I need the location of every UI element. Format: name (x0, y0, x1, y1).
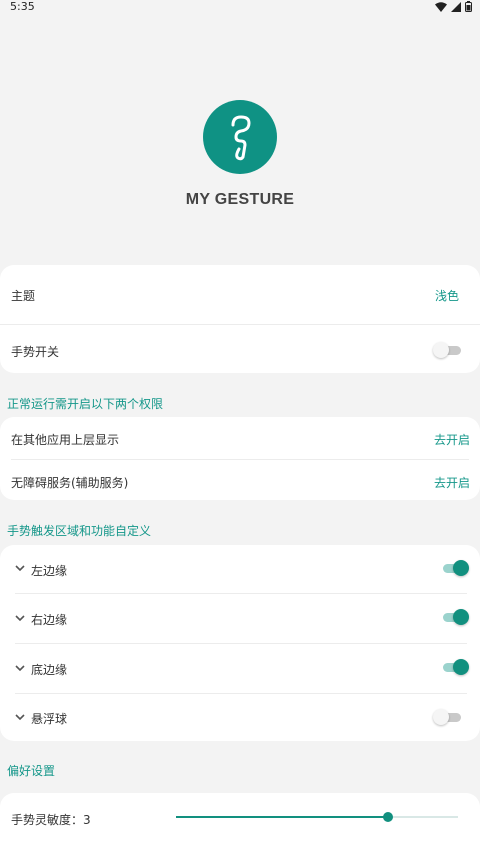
floating-ball-label: 悬浮球 (31, 712, 68, 726)
toggle-thumb (453, 609, 469, 625)
status-icons (435, 1, 472, 15)
toggle-thumb (453, 560, 469, 576)
slider-fill (176, 816, 388, 818)
chevron-down-icon[interactable] (15, 665, 25, 672)
chevron-down-icon[interactable] (15, 615, 25, 622)
accessibility-enable-link[interactable]: 去开启 (434, 474, 470, 491)
bottom-edge-label: 底边缘 (31, 663, 68, 677)
gesture-areas-section-title: 手势触发区域和功能自定义 (7, 524, 152, 538)
right-edge-toggle[interactable] (441, 609, 469, 625)
toggle-thumb (433, 709, 449, 725)
toggle-thumb (453, 659, 469, 675)
left-edge-label: 左边缘 (31, 564, 68, 578)
bottom-edge-toggle[interactable] (441, 659, 469, 675)
floating-ball-toggle[interactable] (433, 709, 463, 725)
theme-value[interactable]: 浅色 (435, 287, 459, 304)
overlay-enable-link[interactable]: 去开启 (434, 431, 470, 448)
overlay-permission-label: 在其他应用上层显示 (11, 433, 120, 447)
accessibility-permission-row[interactable]: 无障碍服务(辅助服务) 去开启 (0, 460, 480, 500)
chevron-down-icon[interactable] (15, 714, 25, 721)
left-edge-row[interactable]: 左边缘 (0, 545, 480, 593)
theme-label: 主题 (11, 289, 36, 303)
app-name: MY GESTURE (185, 191, 295, 208)
bottom-edge-row[interactable]: 底边缘 (0, 644, 480, 693)
theme-row[interactable]: 主题 浅色 (0, 265, 480, 321)
gesture-switch-row[interactable]: 手势开关 (0, 325, 480, 373)
right-edge-row[interactable]: 右边缘 (0, 594, 480, 643)
floating-ball-row[interactable]: 悬浮球 (0, 694, 480, 741)
right-edge-label: 右边缘 (31, 613, 68, 627)
battery-icon (465, 1, 472, 15)
gesture-logo-icon (203, 100, 277, 174)
wifi-icon (435, 1, 447, 15)
signal-icon (451, 1, 461, 15)
overlay-permission-row[interactable]: 在其他应用上层显示 去开启 (0, 417, 480, 459)
toggle-thumb (433, 342, 449, 358)
chevron-down-icon[interactable] (15, 565, 25, 572)
status-bar: 5:35 (0, 0, 480, 14)
left-edge-toggle[interactable] (441, 560, 469, 576)
status-time: 5:35 (10, 0, 35, 13)
preferences-section-title: 偏好设置 (7, 764, 56, 778)
gesture-switch-toggle[interactable] (433, 342, 463, 358)
permissions-section-title: 正常运行需开启以下两个权限 (7, 397, 164, 411)
gesture-switch-label: 手势开关 (11, 345, 60, 359)
accessibility-permission-label: 无障碍服务(辅助服务) (11, 476, 129, 490)
sensitivity-slider[interactable] (176, 812, 458, 822)
slider-thumb[interactable] (382, 812, 393, 822)
sensitivity-label: 手势灵敏度：3 (11, 813, 91, 827)
